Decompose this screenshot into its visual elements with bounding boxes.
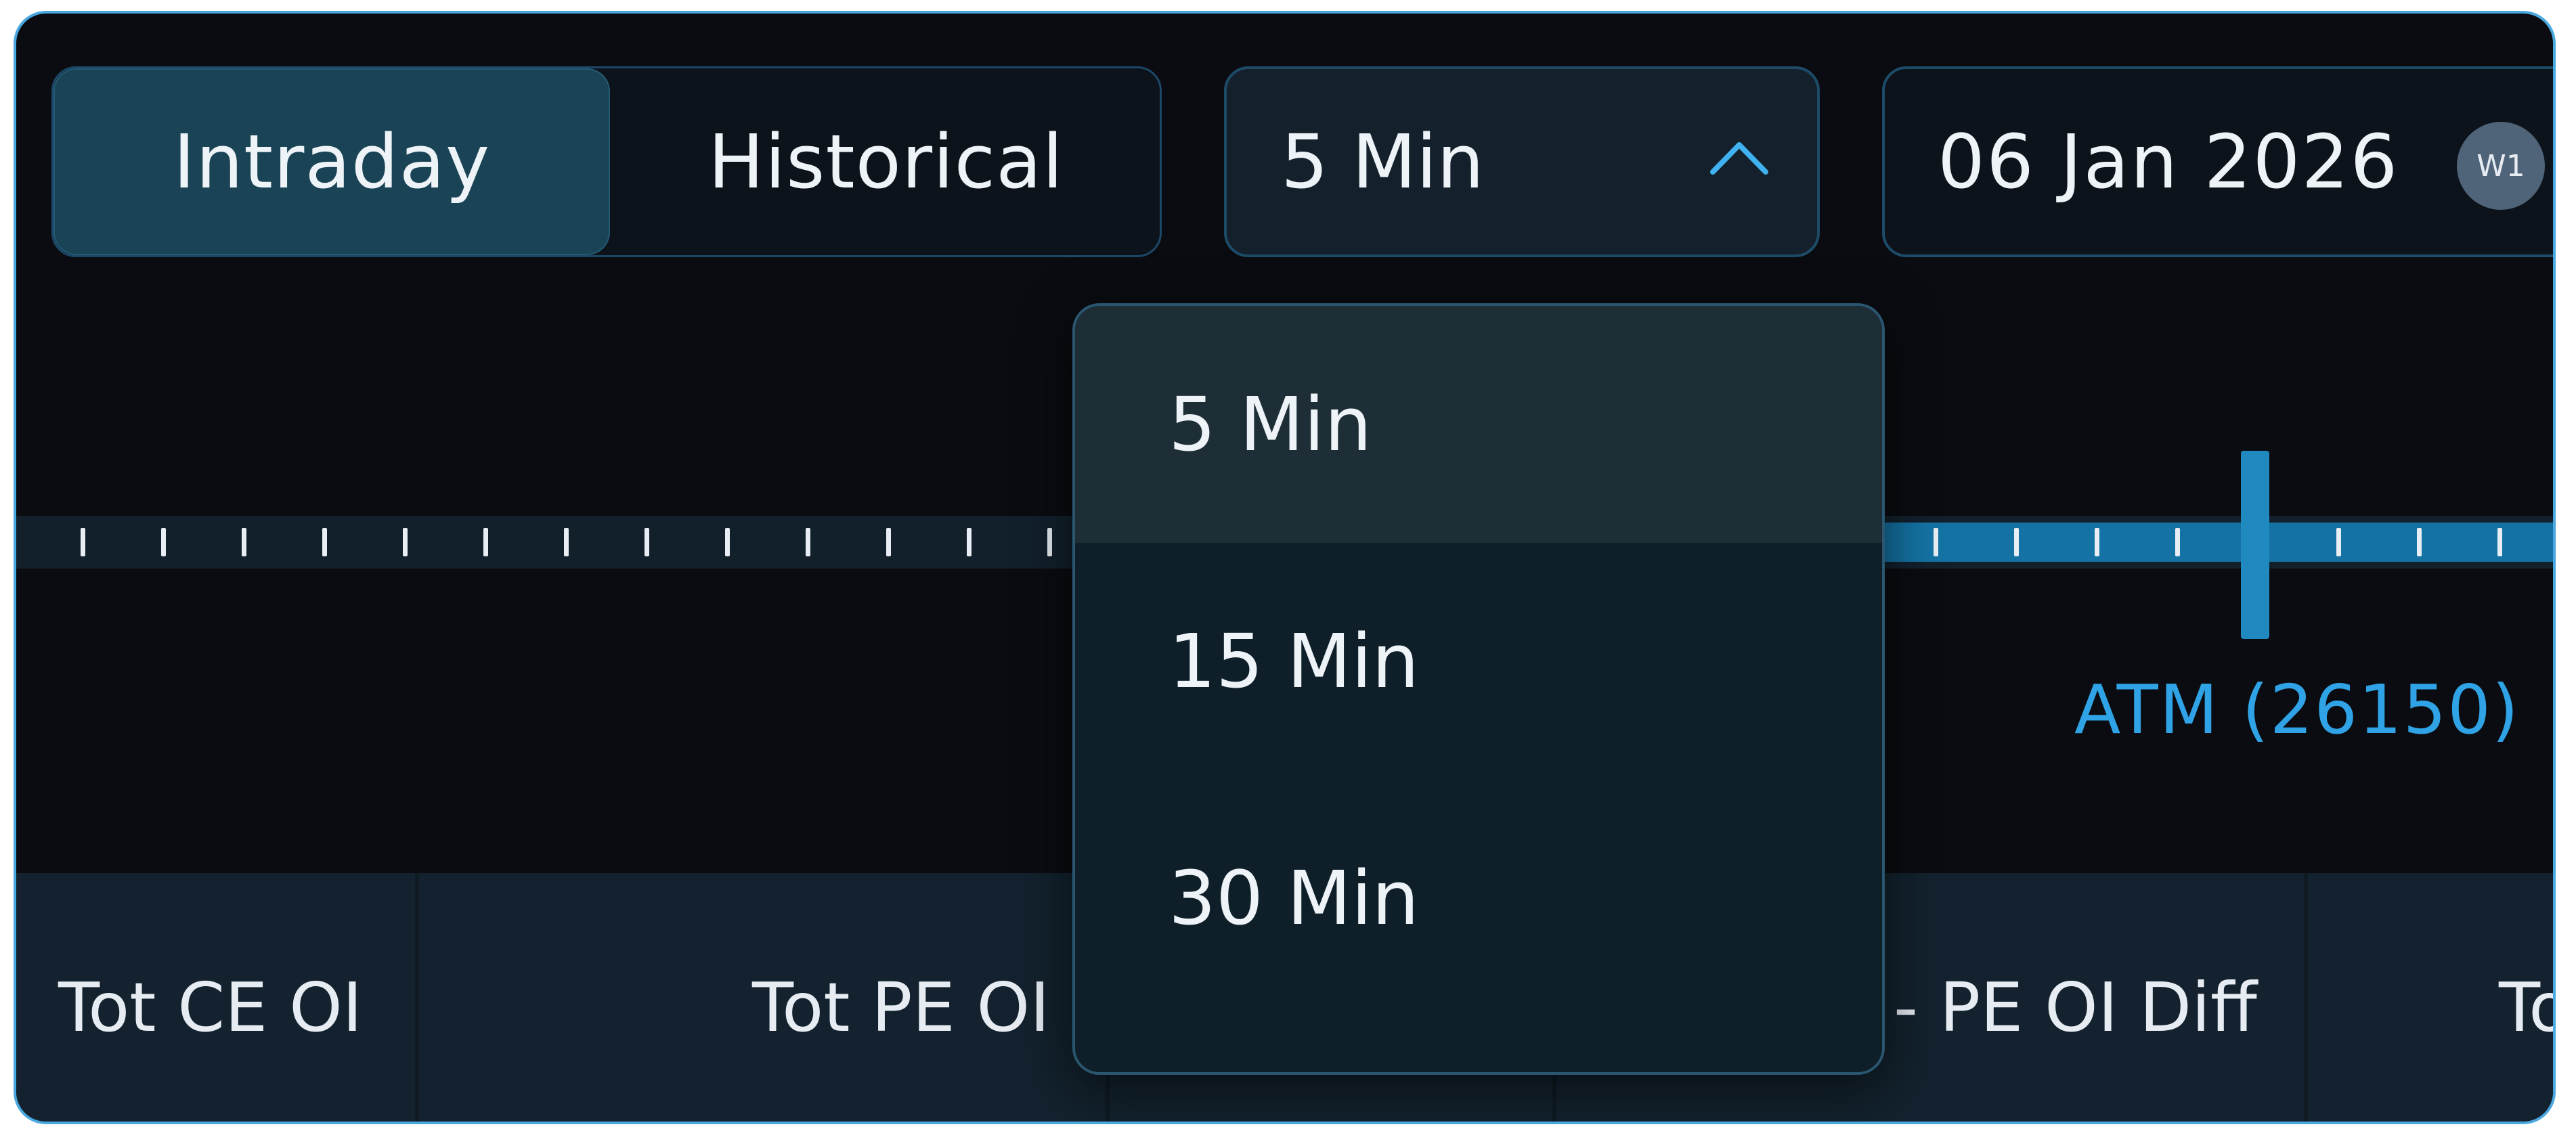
ruler-tick bbox=[322, 528, 327, 556]
ruler-tick bbox=[81, 528, 85, 556]
ruler-tick bbox=[1047, 528, 1052, 556]
ruler-tick bbox=[886, 528, 891, 556]
interval-dropdown-menu: 5 Min 15 Min 30 Min bbox=[1072, 303, 1885, 1075]
ruler-tick bbox=[2095, 528, 2099, 556]
interval-select[interactable]: 5 Min bbox=[1224, 66, 1820, 257]
column-label: Tot CE OI bbox=[58, 968, 363, 1047]
ruler-tick bbox=[161, 528, 166, 556]
ruler-tick bbox=[564, 528, 569, 556]
historical-tab[interactable]: Historical bbox=[610, 68, 1162, 255]
ruler-tick bbox=[403, 528, 408, 556]
ruler-tick bbox=[2175, 528, 2180, 556]
week-badge: W1 bbox=[2457, 122, 2545, 210]
ruler-tick bbox=[806, 528, 810, 556]
column-label: To bbox=[2499, 968, 2553, 1047]
expiry-date: 06 Jan 2026 bbox=[1938, 118, 2399, 205]
column-tot-pe-oi[interactable]: Tot PE OI bbox=[419, 873, 1110, 1122]
expiry-date-picker[interactable]: 06 Jan 2026 W1 bbox=[1882, 66, 2553, 257]
intraday-tab[interactable]: Intraday bbox=[53, 68, 610, 255]
ruler-tick bbox=[1934, 528, 1938, 556]
interval-option-15-min[interactable]: 15 Min bbox=[1075, 543, 1882, 780]
ruler-tick bbox=[2497, 528, 2502, 556]
interval-option-30-min[interactable]: 30 Min bbox=[1075, 780, 1882, 1017]
interval-select-value: 5 Min bbox=[1281, 118, 1485, 205]
atm-label: ATM (26150) bbox=[2074, 670, 2520, 749]
ruler-tick bbox=[645, 528, 649, 556]
column-truncated[interactable]: To bbox=[2308, 873, 2553, 1122]
ruler-tick bbox=[967, 528, 972, 556]
chevron-up-icon[interactable] bbox=[1709, 137, 1770, 177]
options-panel: Intraday Historical 5 Min 06 Jan 2026 W1… bbox=[14, 11, 2556, 1124]
atm-marker[interactable] bbox=[2241, 451, 2269, 639]
mode-toggle: Intraday Historical bbox=[51, 66, 1162, 257]
ruler-tick bbox=[2014, 528, 2019, 556]
column-label: Tot PE OI bbox=[752, 968, 1050, 1047]
column-tot-ce-oi[interactable]: Tot CE OI bbox=[16, 873, 419, 1122]
interval-option-5-min[interactable]: 5 Min bbox=[1075, 306, 1882, 543]
ruler-tick bbox=[2417, 528, 2422, 556]
ruler-tick bbox=[2336, 528, 2341, 556]
column-label: - PE OI Diff bbox=[1894, 968, 2257, 1047]
ruler-tick bbox=[483, 528, 488, 556]
ruler-tick bbox=[242, 528, 246, 556]
ruler-tick bbox=[725, 528, 730, 556]
strike-ruler-active-range bbox=[1864, 523, 2553, 562]
